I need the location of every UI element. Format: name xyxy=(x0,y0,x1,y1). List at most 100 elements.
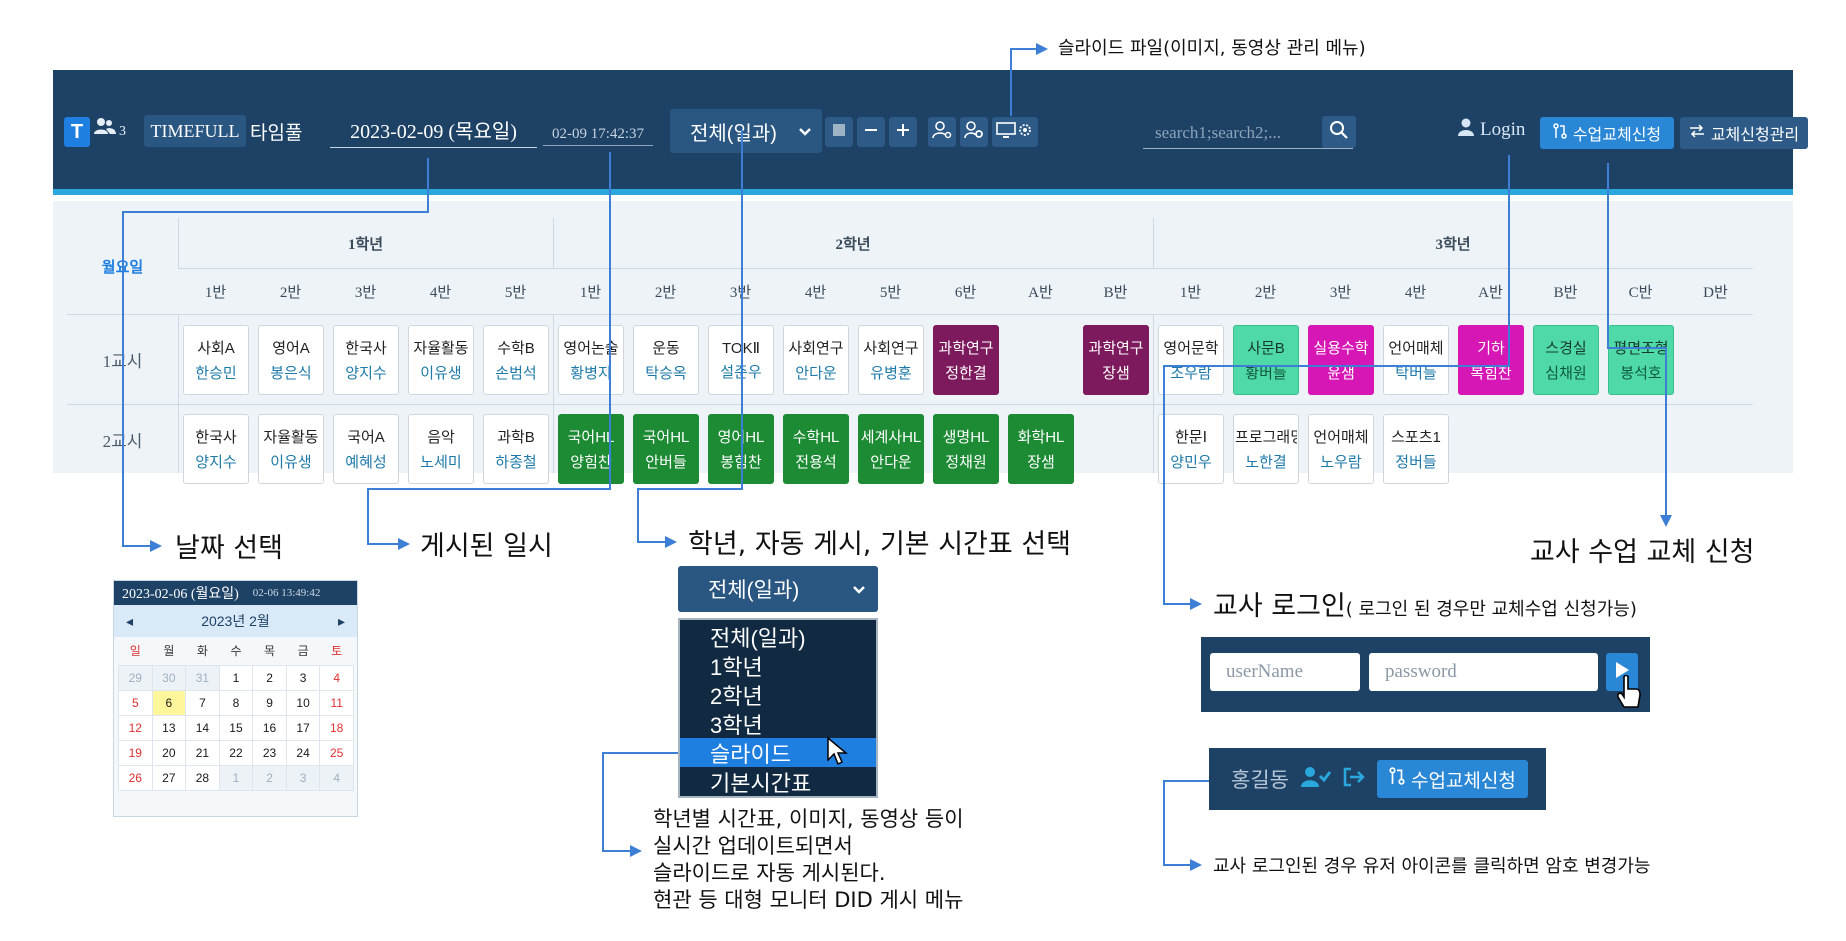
timetable-cell[interactable]: 세계사HL 안다운 xyxy=(858,414,924,484)
calendar-day[interactable]: 28 xyxy=(185,764,220,791)
dropdown-option[interactable]: 기본시간표 xyxy=(680,767,876,796)
timetable-cell[interactable]: 과학연구 장샘 xyxy=(1083,325,1149,395)
calendar-day[interactable]: 5 xyxy=(118,689,153,716)
zoom-out-button[interactable] xyxy=(857,117,885,147)
timetable-cell[interactable]: 언어매체 노우람 xyxy=(1308,414,1374,484)
timetable-cell[interactable]: 수학B 손범석 xyxy=(483,325,549,395)
timetable-cell[interactable]: 스경실 심채원 xyxy=(1533,325,1599,395)
timetable-cell[interactable]: 음악 노세미 xyxy=(408,414,474,484)
calendar-day[interactable]: 10 xyxy=(285,689,321,716)
logout-icon[interactable] xyxy=(1343,767,1365,792)
calendar-day[interactable]: 20 xyxy=(151,739,187,766)
date-picker[interactable]: 2023-02-09 (목요일) xyxy=(330,112,537,148)
dropdown-select[interactable]: 전체(일과) xyxy=(678,566,878,612)
password-input[interactable]: password xyxy=(1369,653,1598,691)
calendar-day[interactable]: 8 xyxy=(218,689,254,716)
timetable-cell[interactable]: 한국사 양지수 xyxy=(333,325,399,395)
calendar-day[interactable]: 1 xyxy=(218,664,254,691)
substitute-request-button[interactable]: 수업교체신청 xyxy=(1540,117,1674,149)
timetable-cell[interactable]: 영어논술 황병지 xyxy=(558,325,624,395)
calendar-day[interactable]: 2 xyxy=(252,764,287,791)
timetable-cell[interactable]: 사문B 황버들 xyxy=(1233,325,1299,395)
calendar-day[interactable]: 2 xyxy=(252,664,287,691)
calendar-day[interactable]: 6 xyxy=(151,689,187,716)
calendar-day[interactable]: 27 xyxy=(151,764,187,791)
calendar-day[interactable]: 14 xyxy=(185,714,220,741)
dropdown-option[interactable]: 1학년 xyxy=(680,651,876,680)
slide-file-button[interactable] xyxy=(992,117,1038,147)
timetable-cell[interactable]: 한국사 양지수 xyxy=(183,414,249,484)
dropdown-option[interactable]: 전체(일과) xyxy=(680,622,876,651)
timetable-cell[interactable]: 언어매체 탁버들 xyxy=(1383,325,1449,395)
timetable-cell[interactable]: 운동 탁승옥 xyxy=(633,325,699,395)
calendar-day[interactable]: 30 xyxy=(151,664,187,691)
calendar-day[interactable]: 22 xyxy=(218,739,254,766)
calendar-day[interactable]: 9 xyxy=(252,689,287,716)
timetable-cell[interactable]: 국어HL 양힘찬 xyxy=(558,414,624,484)
zoom-in-button[interactable] xyxy=(889,117,917,147)
dropdown-option[interactable]: 3학년 xyxy=(680,709,876,738)
view-select[interactable]: 전체(일과) xyxy=(670,109,822,153)
class-header: 3반 xyxy=(328,269,403,314)
timetable-cell[interactable]: 한문Ⅰ 양민우 xyxy=(1158,414,1224,484)
calendar-day[interactable]: 23 xyxy=(252,739,287,766)
substitute-manage-label: 교체신청관리 xyxy=(1710,127,1800,144)
user-check-icon[interactable] xyxy=(1300,766,1332,793)
calendar-date[interactable]: 2023-02-06 (월요일) xyxy=(122,583,239,603)
calendar-day[interactable]: 11 xyxy=(319,689,354,716)
brand-button[interactable]: TIMEFULL xyxy=(144,115,246,147)
teacher-settings-button[interactable] xyxy=(960,117,988,147)
logged-in-name[interactable]: 홍길동 xyxy=(1231,764,1289,794)
timetable-cell[interactable]: 국어A 예혜성 xyxy=(333,414,399,484)
timetable-cell[interactable]: 국어HL 안버들 xyxy=(633,414,699,484)
timetable-cell[interactable]: 실용수학 윤샘 xyxy=(1308,325,1374,395)
app-logo[interactable]: T xyxy=(64,117,90,147)
timetable-cell[interactable]: 사회연구 안다운 xyxy=(783,325,849,395)
username-input[interactable]: userName xyxy=(1210,653,1360,691)
timetable-cell[interactable]: 스포츠1 정버들 xyxy=(1383,414,1449,484)
timetable-cell[interactable]: 영어문학 조우람 xyxy=(1158,325,1224,395)
timetable-cell[interactable]: 수학HL 전용석 xyxy=(783,414,849,484)
calendar-day[interactable]: 4 xyxy=(319,664,354,691)
timetable-cell[interactable]: 사회연구 유병훈 xyxy=(858,325,924,395)
timetable-cell[interactable]: 화학HL 장샘 xyxy=(1008,414,1074,484)
calendar-day[interactable]: 19 xyxy=(118,739,153,766)
dropdown-option[interactable]: 2학년 xyxy=(680,680,876,709)
timetable-cell[interactable]: 자율활동 이유생 xyxy=(258,414,324,484)
search-button[interactable] xyxy=(1322,116,1356,148)
timetable-cell[interactable]: 프로그래밍노한결 xyxy=(1233,414,1299,484)
timetable-cell[interactable]: 사회A 한승민 xyxy=(183,325,249,395)
login-link[interactable]: Login xyxy=(1458,118,1525,142)
calendar-day[interactable]: 3 xyxy=(285,664,321,691)
substitute-manage-button[interactable]: 교체신청관리 xyxy=(1680,117,1808,149)
teacher-view-button[interactable] xyxy=(928,117,956,147)
calendar-day[interactable]: 7 xyxy=(185,689,220,716)
timetable-cell[interactable]: 생명HL 정채원 xyxy=(933,414,999,484)
calendar-day[interactable]: 29 xyxy=(118,664,153,691)
calendar-day[interactable]: 16 xyxy=(252,714,287,741)
calendar-day[interactable]: 24 xyxy=(285,739,321,766)
calendar-day[interactable]: 13 xyxy=(151,714,187,741)
calendar-day[interactable]: 18 xyxy=(319,714,354,741)
calendar-day[interactable]: 15 xyxy=(218,714,254,741)
online-users[interactable]: 3 xyxy=(94,116,126,140)
calendar-day[interactable]: 12 xyxy=(118,714,153,741)
calendar-day[interactable]: 31 xyxy=(185,664,220,691)
timetable-cell[interactable]: 기하 복힘찬 xyxy=(1458,325,1524,395)
timetable-cell[interactable]: 자율활동 이유생 xyxy=(408,325,474,395)
calendar-day[interactable]: 25 xyxy=(319,739,354,766)
next-month-icon[interactable]: ▸ xyxy=(338,613,345,630)
logged-in-substitute-button[interactable]: 수업교체신청 xyxy=(1376,760,1528,798)
slide-desc-line-4: 현관 등 대형 모니터 DID 게시 메뉴 xyxy=(653,888,964,912)
calendar-day[interactable]: 3 xyxy=(285,764,321,791)
calendar-day[interactable]: 21 xyxy=(185,739,220,766)
calendar-day[interactable]: 4 xyxy=(319,764,354,791)
timetable-cell[interactable]: 영어A 봉은식 xyxy=(258,325,324,395)
calendar-day[interactable]: 26 xyxy=(118,764,153,791)
stop-button[interactable] xyxy=(825,117,853,147)
timetable-cell[interactable]: 과학연구 정한결 xyxy=(933,325,999,395)
prev-month-icon[interactable]: ◂ xyxy=(126,613,133,630)
calendar-day[interactable]: 17 xyxy=(285,714,321,741)
timetable-cell[interactable]: 과학B 하종철 xyxy=(483,414,549,484)
calendar-day[interactable]: 1 xyxy=(218,764,254,791)
